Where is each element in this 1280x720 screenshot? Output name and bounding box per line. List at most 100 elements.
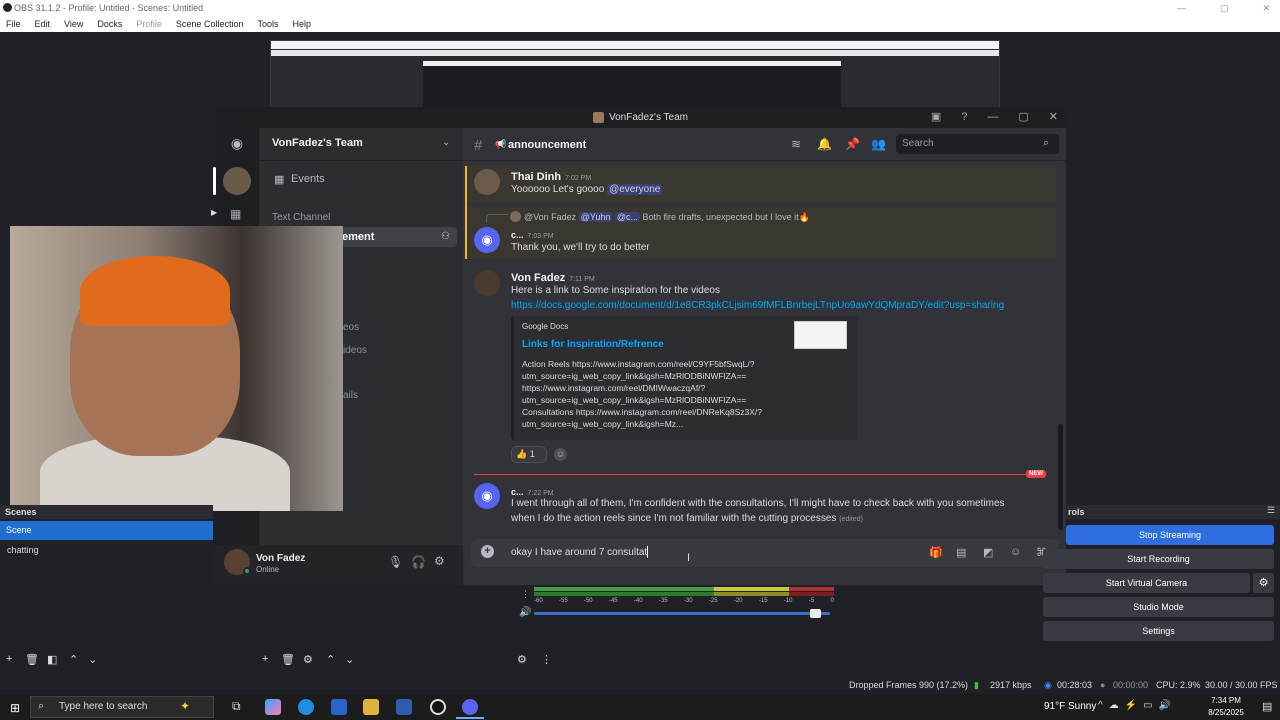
discord-home-icon[interactable]: ◉: [228, 136, 246, 150]
message-author[interactable]: c...: [511, 487, 524, 497]
message-author[interactable]: Von Fadez: [511, 272, 565, 284]
move-down-icon[interactable]: ⌄: [345, 653, 354, 666]
inbox-icon[interactable]: ▣: [931, 107, 941, 128]
task-view-icon[interactable]: ⧉: [232, 699, 248, 715]
reaction-thumbs-up[interactable]: 👍 1: [511, 446, 547, 463]
add-member-icon[interactable]: ⚇: [441, 231, 450, 242]
gif-icon[interactable]: ▤: [956, 546, 966, 559]
obs-preview[interactable]: [270, 40, 1000, 110]
avatar[interactable]: [474, 169, 500, 195]
start-recording-button[interactable]: Start Recording: [1043, 549, 1274, 569]
filter-icon[interactable]: ◧: [47, 653, 57, 666]
menu-profile[interactable]: Profile: [136, 16, 162, 32]
scene-item-selected[interactable]: Scene: [0, 521, 213, 540]
start-virtual-camera-button[interactable]: Start Virtual Camera: [1043, 573, 1250, 593]
embed-thumbnail[interactable]: [794, 321, 847, 349]
obs-icon[interactable]: [430, 699, 446, 715]
chevron-down-icon[interactable]: ⌄: [442, 137, 450, 148]
copilot-icon[interactable]: [265, 699, 281, 715]
maximize-icon[interactable]: ▢: [1220, 0, 1229, 16]
menu-help[interactable]: Help: [292, 16, 311, 32]
delete-icon[interactable]: 🗑: [281, 653, 295, 666]
add-attachment-icon[interactable]: +: [481, 545, 494, 558]
notifications-icon[interactable]: ▤: [1262, 700, 1272, 713]
store-icon[interactable]: [331, 699, 347, 715]
server-avatar[interactable]: [223, 167, 251, 195]
menu-scene-collection[interactable]: Scene Collection: [176, 16, 244, 32]
menu-file[interactable]: File: [6, 16, 21, 32]
minimize-icon[interactable]: —: [987, 107, 998, 128]
more-options-icon[interactable]: ⋮: [521, 589, 530, 600]
bell-icon[interactable]: 🔔: [817, 137, 832, 151]
maximize-icon[interactable]: ▢: [1018, 107, 1028, 128]
gift-icon[interactable]: 🎁: [929, 546, 943, 559]
gear-icon[interactable]: ⚙: [303, 653, 313, 666]
scene-item[interactable]: chatting: [0, 541, 213, 560]
channel-item-label[interactable]: ideos: [343, 345, 367, 356]
discord-icon[interactable]: [462, 699, 478, 715]
volume-slider[interactable]: [534, 612, 830, 615]
windows-start-icon[interactable]: ⊞: [10, 701, 20, 715]
menu-docks[interactable]: Docks: [97, 16, 122, 32]
move-down-icon[interactable]: ⌄: [88, 653, 97, 666]
message-input[interactable]: okay I have around 7 consultat: [511, 547, 647, 558]
server-grid-icon[interactable]: ▦: [230, 207, 244, 221]
expand-arrow-icon[interactable]: ▶: [211, 208, 217, 217]
move-up-icon[interactable]: ⌃: [69, 653, 78, 666]
help-icon[interactable]: ?: [961, 107, 967, 128]
emoji-icon[interactable]: ☺: [1010, 546, 1021, 558]
settings-button[interactable]: Settings: [1043, 621, 1274, 641]
search-input[interactable]: Search: [896, 134, 1059, 154]
add-source-icon[interactable]: +: [262, 653, 268, 665]
more-options-icon[interactable]: ⋮: [541, 653, 552, 666]
discord-default-avatar-icon[interactable]: ◉: [474, 483, 500, 509]
channel-item-label[interactable]: eos: [343, 322, 359, 333]
speaker-icon[interactable]: 🔊: [519, 607, 531, 618]
weather[interactable]: 91°F Sunny: [1044, 701, 1096, 712]
pin-icon[interactable]: 📌: [845, 137, 860, 151]
message-author[interactable]: Thai Dinh: [511, 171, 561, 183]
headphones-icon[interactable]: 🎧: [411, 555, 426, 569]
stop-streaming-button[interactable]: Stop Streaming: [1066, 525, 1274, 545]
studio-mode-button[interactable]: Studio Mode: [1043, 597, 1274, 617]
volume-slider-handle[interactable]: [810, 609, 822, 618]
mixer-settings-icon[interactable]: ⚙: [517, 653, 527, 666]
search-highlight-icon[interactable]: ✦: [180, 699, 190, 713]
gear-icon[interactable]: ⚙: [434, 554, 445, 568]
dock-menu-icon[interactable]: ☰: [1267, 505, 1275, 516]
sticker-icon[interactable]: ◩: [983, 546, 993, 559]
move-up-icon[interactable]: ⌃: [326, 653, 335, 666]
add-scene-icon[interactable]: +: [6, 653, 12, 665]
edge-icon[interactable]: [298, 699, 314, 715]
menu-view[interactable]: View: [64, 16, 83, 32]
delete-icon[interactable]: 🗑: [25, 653, 39, 666]
app-icon[interactable]: [396, 699, 412, 715]
embed-provider[interactable]: Google Docs: [522, 322, 568, 331]
embed-title[interactable]: Links for Inspiration/Refrence: [522, 339, 664, 350]
events-item[interactable]: Events: [291, 173, 325, 185]
server-name[interactable]: VonFadez's Team: [272, 137, 363, 149]
threads-icon[interactable]: ≋: [791, 137, 801, 151]
minimize-icon[interactable]: —: [1177, 0, 1186, 16]
menu-tools[interactable]: Tools: [257, 16, 278, 32]
system-tray-icons[interactable]: ^☁⚡▭🔊: [1098, 700, 1177, 711]
search-icon[interactable]: ⌕: [1043, 137, 1049, 150]
close-icon[interactable]: ✕: [1262, 0, 1270, 16]
taskbar-clock[interactable]: 7:34 PM 8/25/2025: [1196, 695, 1256, 719]
message-link[interactable]: https://docs.google.com/document/d/1e8CR…: [511, 300, 1004, 311]
text-channel-category[interactable]: Text Channel: [272, 212, 330, 223]
file-explorer-icon[interactable]: [363, 699, 379, 715]
mention[interactable]: @everyone: [607, 184, 663, 195]
microphone-icon[interactable]: 🎙: [388, 555, 403, 569]
reply-preview[interactable]: @Von Fadez @Yuhn @c... Both fire drafts,…: [524, 212, 810, 223]
gear-icon[interactable]: ⚙: [1253, 573, 1274, 593]
avatar[interactable]: [474, 270, 500, 296]
members-icon[interactable]: 👥: [871, 137, 886, 151]
menu-edit[interactable]: Edit: [35, 16, 51, 32]
add-reaction-icon[interactable]: ☺: [554, 448, 567, 461]
message-author[interactable]: c...: [511, 230, 524, 240]
chat-scrollbar[interactable]: [1058, 424, 1063, 530]
close-icon[interactable]: ✕: [1049, 107, 1058, 128]
discord-default-avatar-icon[interactable]: ◉: [474, 227, 500, 253]
channel-item-label[interactable]: ails: [343, 390, 358, 401]
